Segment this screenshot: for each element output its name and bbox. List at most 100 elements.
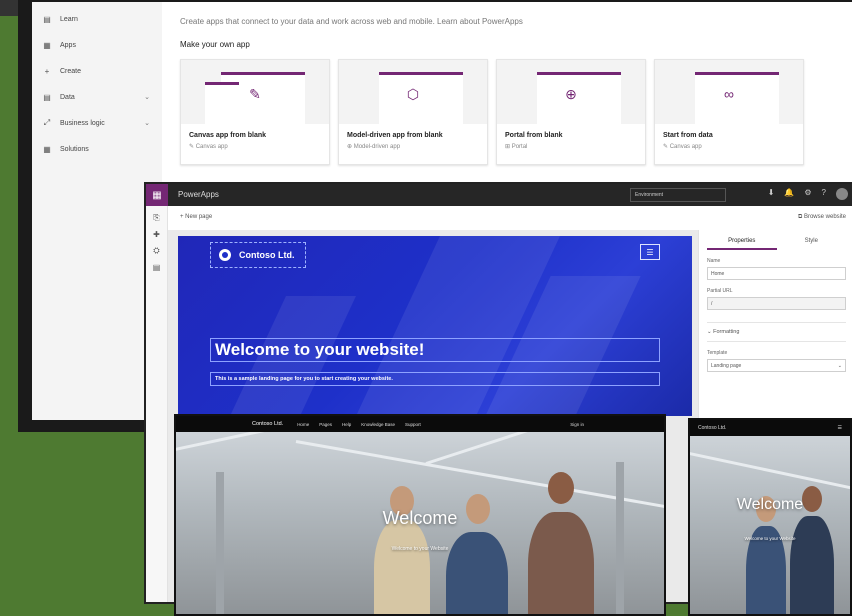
card-thumbnail: ✎ (181, 60, 329, 124)
help-icon[interactable]: ? (822, 188, 826, 200)
browse-website-button[interactable]: ⧉ Browse website (798, 214, 846, 221)
plus-icon: + (44, 66, 50, 76)
sidebar-item-apps[interactable]: ▦ Apps (32, 32, 162, 58)
app-name: PowerApps (178, 190, 219, 199)
top-strip-corner (0, 0, 18, 16)
mobile-brand: Contoso Ltd. (698, 425, 727, 431)
preview-welcome: Welcome (382, 508, 458, 528)
make-your-own-app-heading: Make your own app (180, 40, 250, 49)
chevron-down-icon: ⌄ (144, 120, 150, 127)
hamburger-menu-icon[interactable]: ☰ (640, 244, 660, 260)
mobile-nav: Contoso Ltd. ☰ (690, 420, 850, 436)
pillar (216, 472, 224, 614)
mobile-subtitle: Welcome to your Website (744, 536, 796, 541)
app-template-card[interactable]: ∞ Start from data ✎ Canvas app (654, 59, 804, 165)
solutions-icon: ▦ (43, 144, 51, 154)
notification-icon[interactable]: 🔔 (784, 188, 794, 200)
sidebar-item-solutions[interactable]: ▦ Solutions (32, 136, 162, 162)
components-icon[interactable]: ✚ (146, 230, 167, 239)
preview-brand[interactable]: Contoso Ltd. (252, 421, 283, 427)
preview-hero-image: Welcome Welcome to your Website (176, 432, 664, 614)
header-icons: ⬇ 🔔 ⚙ ? (768, 188, 848, 200)
card-symbol-icon: ⬡ (406, 86, 420, 102)
card-subtitle: ⊕ Model-driven app (339, 141, 487, 152)
card-thumbnail: ⬡ (339, 60, 487, 124)
card-subtitle: ✎ Canvas app (181, 141, 329, 152)
themes-icon[interactable]: ⛭ (146, 246, 167, 256)
card-title: Start from data (663, 132, 713, 139)
preview-nav-item[interactable]: Support (405, 422, 421, 427)
card-symbol-icon: ⊕ (565, 86, 577, 102)
preview-nav-item[interactable]: Home (297, 422, 309, 427)
sidebar-item-create[interactable]: + Create (32, 58, 162, 84)
properties-tabs: Properties Style (707, 232, 846, 250)
person (446, 532, 508, 614)
name-label: Name (707, 258, 721, 264)
preview-nav: Contoso Ltd. Home Pages Help Knowledge Base S… (176, 416, 664, 432)
sidebar-item-business-logic[interactable]: ⤢ Business logic ⌄ (32, 110, 162, 136)
environment-picker[interactable]: Environment (630, 188, 726, 202)
data-icon: ▤ (43, 92, 51, 102)
new-page-button[interactable]: + New page (180, 214, 212, 220)
card-title: Canvas app from blank (189, 132, 267, 139)
hero-section[interactable]: Contoso Ltd. ☰ Welcome to your website! … (178, 236, 692, 416)
learn-icon: ▤ (43, 14, 51, 24)
pages-icon[interactable]: ⎘ (146, 213, 167, 223)
mobile-preview: Contoso Ltd. ☰ Welcome Welcome to your W… (688, 418, 852, 616)
preview-nav-item[interactable]: Help (342, 422, 351, 427)
card-title: Model-driven app from blank (347, 132, 443, 139)
settings-icon[interactable]: ⚙ (804, 188, 811, 200)
tab-style[interactable]: Style (777, 232, 847, 250)
template-value: Landing page (711, 363, 742, 369)
browse-website-label: Browse website (803, 214, 846, 220)
sidebar-item-label: Business logic (60, 119, 105, 127)
card-type-label: Portal (511, 144, 528, 150)
formatting-section[interactable]: ⌄ Formatting (707, 322, 846, 342)
templates-icon[interactable]: ▤ (146, 263, 167, 272)
sidebar-item-label: Create (60, 67, 82, 75)
sidebar-item-data[interactable]: ▤ Data ⌄ (32, 84, 162, 110)
designer-header: ▦ PowerApps Environment ⬇ 🔔 ⚙ ? (146, 184, 852, 206)
chevron-down-icon: ⌄ (837, 363, 842, 369)
roof-beam (425, 432, 664, 465)
roof-beam (690, 450, 850, 495)
card-type-icon: ✎ (189, 144, 195, 150)
apps-icon: ▦ (43, 40, 51, 50)
preview-subtitle: Welcome to your Website (391, 546, 449, 552)
app-template-card[interactable]: ⬡ Model-driven app from blank ⊕ Model-driv… (338, 59, 488, 165)
person-head (548, 472, 574, 504)
formatting-label: Formatting (713, 329, 740, 335)
sidebar-item-label: Learn (60, 15, 78, 23)
partial-url-field[interactable]: / (707, 297, 846, 310)
card-symbol-icon: ∞ (724, 86, 734, 102)
template-select[interactable]: Landing page ⌄ (707, 359, 846, 372)
card-thumbnail: ∞ (655, 60, 803, 124)
card-type-label: Canvas app (669, 144, 702, 150)
hero-subtext[interactable]: This is a sample landing page for you to… (210, 372, 660, 386)
partial-url-label: Partial URL (707, 288, 733, 294)
app-template-card[interactable]: ⊕ Portal from blank ⊞ Portal (496, 59, 646, 165)
sidebar-item-label: Apps (60, 41, 76, 49)
download-icon[interactable]: ⬇ (768, 188, 775, 200)
card-title: Portal from blank (505, 132, 563, 139)
hero-heading[interactable]: Welcome to your website! (210, 338, 660, 362)
card-type-icon: ✎ (663, 144, 669, 150)
app-launcher-icon[interactable]: ▦ (146, 184, 168, 206)
name-field[interactable]: Home (707, 267, 846, 280)
avatar[interactable] (836, 188, 848, 200)
tab-properties[interactable]: Properties (707, 232, 777, 250)
sidebar-item-learn[interactable]: ▤ Learn (32, 6, 162, 32)
preview-nav-item[interactable]: Pages (319, 422, 332, 427)
intro-text: Create apps that connect to your data an… (180, 17, 523, 26)
person (374, 520, 430, 614)
brand-name: Contoso Ltd. (239, 250, 295, 260)
hamburger-menu-icon[interactable]: ☰ (838, 425, 842, 431)
card-type-icon: ⊞ (505, 144, 511, 150)
designer-command-bar: + New page ⧉ Browse website (168, 206, 852, 230)
preview-nav-item[interactable]: Knowledge Base (361, 422, 395, 427)
template-label: Template (707, 350, 728, 356)
app-template-card[interactable]: ✎ Canvas app from blank ✎ Canvas app (180, 59, 330, 165)
brand-logo[interactable]: Contoso Ltd. (210, 242, 306, 268)
sign-in-link[interactable]: Sign in (570, 422, 584, 427)
business-logic-icon: ⤢ (43, 118, 51, 127)
